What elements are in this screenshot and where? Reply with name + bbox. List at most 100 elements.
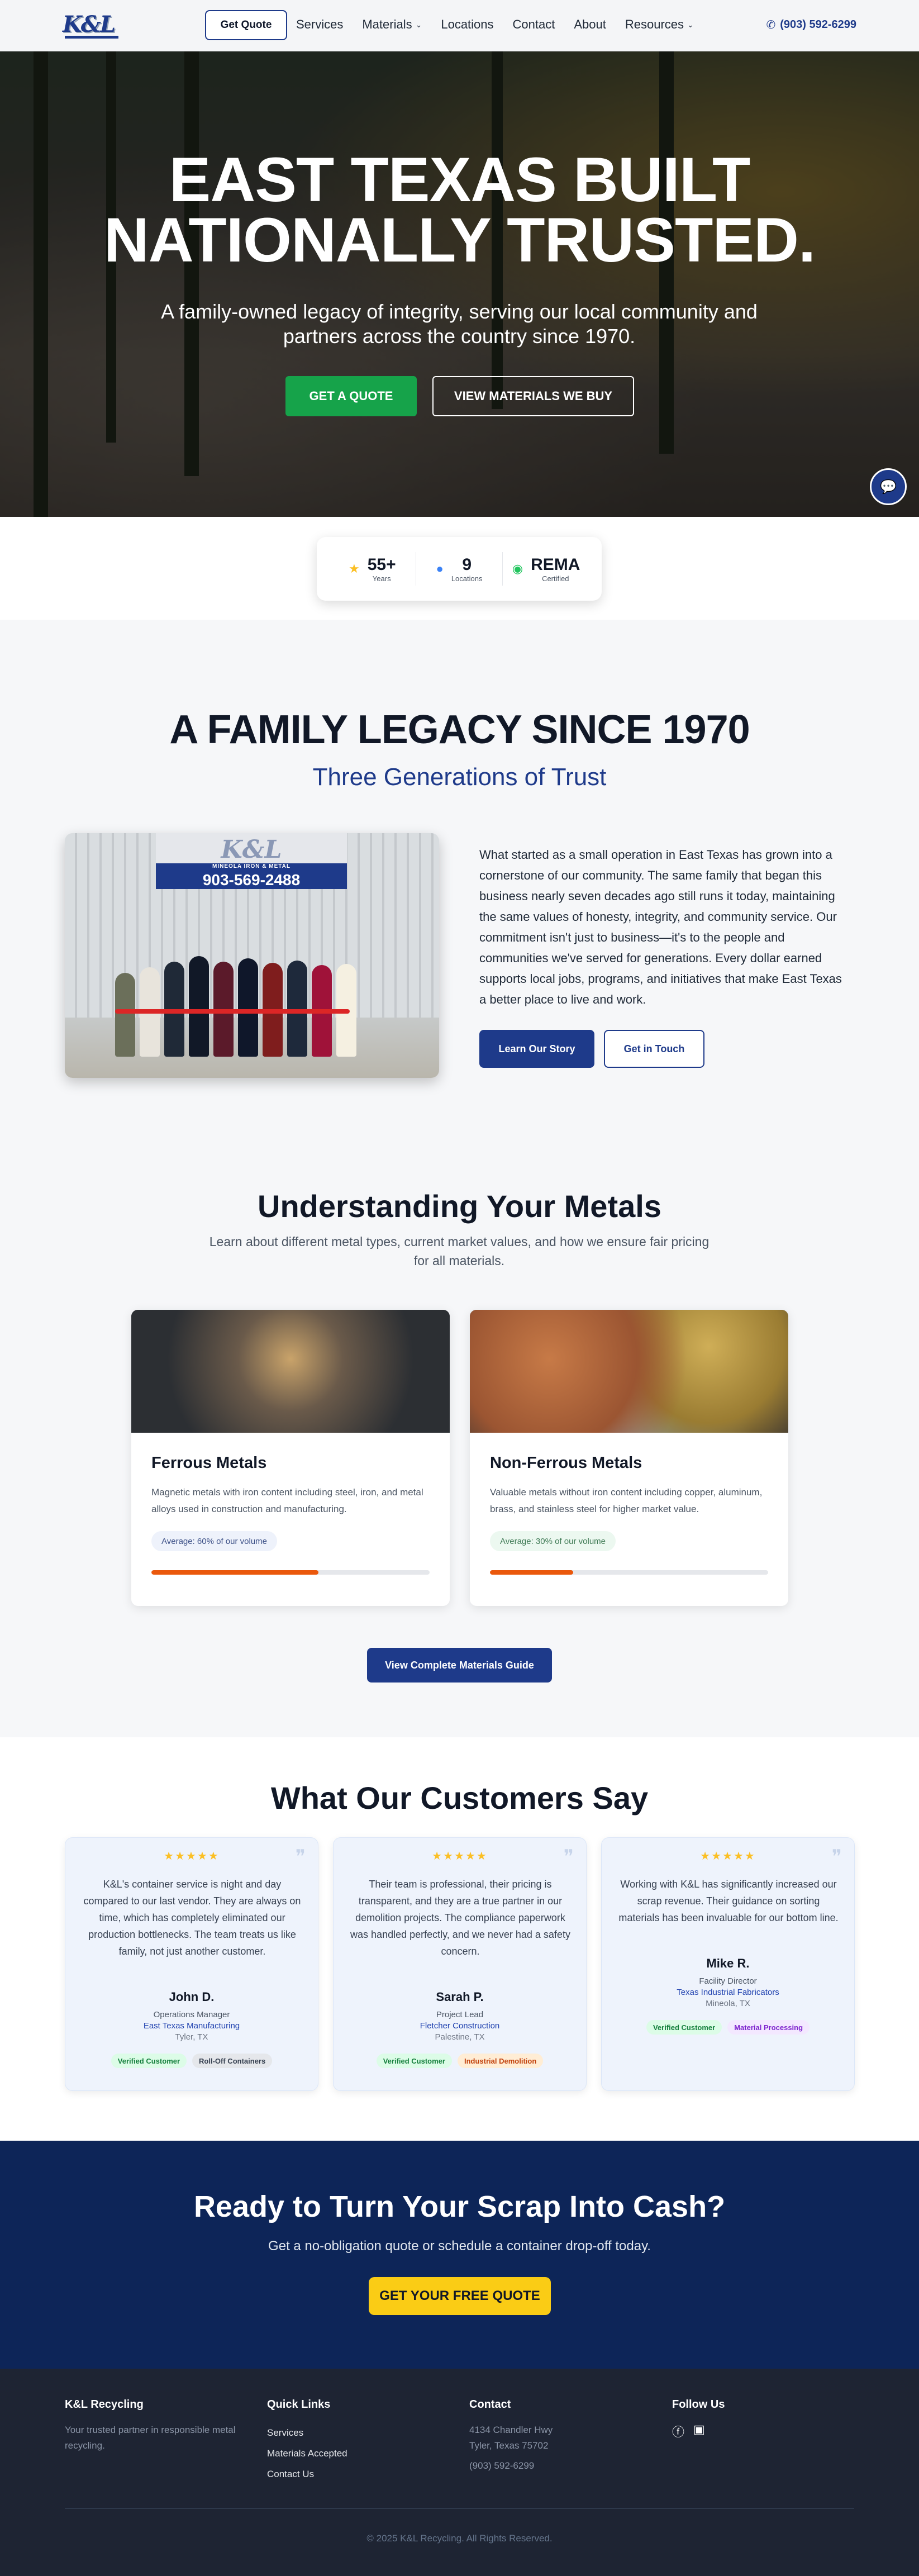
footer-link-materials[interactable]: Materials Accepted <box>267 2443 347 2464</box>
testimonial-name: Mike R. <box>706 1956 750 1970</box>
footer-copyright: © 2025 K&L Recycling. All Rights Reserve… <box>366 2533 553 2544</box>
verified-customer-badge: Verified Customer <box>646 2020 722 2035</box>
footer-address-line-1: 4134 Chandler Hwy <box>469 2425 553 2435</box>
nav-link-materials[interactable]: Materials ⌄ <box>362 17 422 32</box>
footer-phone[interactable]: (903) 592-6299 <box>469 2458 553 2474</box>
footer-quick-links-title: Quick Links <box>267 2398 331 2411</box>
nav-link-services[interactable]: Services <box>296 17 343 32</box>
testimonial-quote: Working with K&L has significantly incre… <box>618 1879 839 1923</box>
copper-brass-aluminum-image <box>470 1310 788 1433</box>
stat-label: Years <box>372 574 391 583</box>
stat-years: ★ 55+ Years <box>329 552 416 586</box>
service-badge: Material Processing <box>727 2020 810 2035</box>
metal-card-description: Valuable metals without iron content inc… <box>490 1487 763 1514</box>
hero-title-line-2: NATIONALLY TRUSTED. <box>103 205 816 275</box>
testimonial-name: Sarah P. <box>436 1990 484 2004</box>
materials-guide-button[interactable]: View Complete Materials Guide <box>367 1648 552 1683</box>
photo-person <box>287 961 307 1057</box>
phone-icon: ✆ <box>766 19 776 31</box>
metal-volume-badge: Average: 30% of our volume <box>490 1531 616 1551</box>
footer-divider <box>65 2508 854 2509</box>
stat-certified: ◉ REMA Certified <box>502 552 589 586</box>
get-in-touch-button[interactable]: Get in Touch <box>604 1030 704 1068</box>
quote-icon: ❞ <box>295 1846 306 1868</box>
footer-social-column: Follow Us ⓕ ▣ <box>672 2398 725 2440</box>
footer-contact-column: Contact 4134 Chandler Hwy Tyler, Texas 7… <box>469 2398 553 2474</box>
kl-logo[interactable]: K&L <box>63 11 121 39</box>
photo-sign-name: MINEOLA IRON & METAL <box>156 863 347 871</box>
learn-our-story-button[interactable]: Learn Our Story <box>479 1030 594 1068</box>
stats-card: ★ 55+ Years ● 9 Locations ◉ REMA Certified <box>317 537 602 601</box>
metal-card-title: Non-Ferrous Metals <box>490 1454 642 1472</box>
chat-button[interactable]: 💬 <box>870 468 907 505</box>
scrap-yard-crane-image <box>131 1310 450 1433</box>
verified-customer-badge: Verified Customer <box>111 2054 187 2068</box>
cta-section: Ready to Turn Your Scrap Into Cash? Get … <box>0 2141 919 2369</box>
ferrous-metals-card[interactable]: Ferrous Metals Magnetic metals with iron… <box>131 1310 450 1606</box>
legacy-body-text: What started as a small operation in Eas… <box>479 848 842 1006</box>
footer-brand-title: K&L Recycling <box>65 2398 144 2411</box>
nav-link-resources[interactable]: Resources ⌄ <box>625 17 694 32</box>
hero-content: EAST TEXAS BUILT NATIONALLY TRUSTED. A f… <box>0 51 919 517</box>
cta-title: Ready to Turn Your Scrap Into Cash? <box>193 2190 726 2223</box>
hero-title: EAST TEXAS BUILT NATIONALLY TRUSTED. <box>0 149 919 272</box>
nav-link-about[interactable]: About <box>574 17 606 32</box>
testimonial-role: Project Lead <box>436 2010 484 2019</box>
hero-view-materials-button[interactable]: VIEW MATERIALS WE BUY <box>432 376 634 416</box>
nav-link-contact[interactable]: Contact <box>513 17 555 32</box>
footer-brand-text: Your trusted partner in responsible meta… <box>65 2425 236 2451</box>
testimonial-badges: Verified Customer Roll-Off Containers <box>65 2054 318 2068</box>
hero-title-line-1: EAST TEXAS BUILT <box>169 145 751 215</box>
chevron-down-icon: ⌄ <box>687 20 694 29</box>
facebook-icon[interactable]: ⓕ <box>672 2422 684 2440</box>
testimonial-badges: Verified Customer Industrial Demolition <box>334 2054 586 2068</box>
footer-link-services[interactable]: Services <box>267 2422 347 2443</box>
get-free-quote-button[interactable]: GET YOUR FREE QUOTE <box>369 2277 551 2315</box>
testimonial-quote: Their team is professional, their pricin… <box>350 1879 570 1957</box>
footer-follow-title: Follow Us <box>672 2398 725 2411</box>
nav-links: Services Materials ⌄ Locations Contact Ab… <box>296 17 713 32</box>
linkedin-icon[interactable]: ▣ <box>693 2422 705 2440</box>
photo-person <box>115 973 135 1057</box>
footer-link-contact[interactable]: Contact Us <box>267 2464 347 2484</box>
stat-label: Certified <box>542 574 569 583</box>
testimonial-location: Palestine, TX <box>435 2032 485 2042</box>
footer-contact-title: Contact <box>469 2398 511 2411</box>
photo-red-ribbon <box>115 1009 350 1014</box>
stat-value: 55+ <box>367 555 396 574</box>
photo-sign-phone: 903-569-2488 <box>156 871 347 889</box>
legacy-title: A FAMILY LEGACY SINCE 1970 <box>169 707 750 752</box>
nav-link-locations[interactable]: Locations <box>441 17 493 32</box>
hero-section: EAST TEXAS BUILT NATIONALLY TRUSTED. A f… <box>0 51 919 517</box>
five-star-rating-icon: ★★★★★ <box>164 1850 220 1862</box>
nav-get-quote-button[interactable]: Get Quote <box>205 10 287 40</box>
legacy-subtitle: Three Generations of Trust <box>312 763 607 791</box>
footer-address-line-2: Tyler, Texas 75702 <box>469 2440 549 2451</box>
stat-value: REMA <box>531 555 580 574</box>
metals-title: Understanding Your Metals <box>258 1189 661 1224</box>
stat-locations: ● 9 Locations <box>415 552 503 586</box>
metal-card-description: Magnetic metals with iron content includ… <box>151 1487 423 1514</box>
footer: K&L Recycling Your trusted partner in re… <box>0 2369 919 2576</box>
photo-sign-logo: K&L <box>156 833 347 866</box>
non-ferrous-metals-card[interactable]: Non-Ferrous Metals Valuable metals witho… <box>470 1310 788 1606</box>
photo-person <box>238 958 258 1057</box>
photo-person <box>189 956 209 1057</box>
metal-volume-bar <box>490 1570 768 1575</box>
metal-volume-bar-fill <box>490 1570 574 1575</box>
footer-quick-links-column: Quick Links Services Materials Accepted … <box>267 2398 347 2484</box>
testimonial-badges: Verified Customer Material Processing <box>602 2020 854 2035</box>
family-ribbon-cutting-photo: K&L MINEOLA IRON & METAL 903-569-2488 <box>65 833 439 1078</box>
hero-get-quote-button[interactable]: GET A QUOTE <box>285 376 417 416</box>
testimonial-card: ★★★★★ ❞ Their team is professional, thei… <box>333 1837 587 2091</box>
testimonial-company: Fletcher Construction <box>420 2021 500 2031</box>
nav-phone-number: (903) 592-6299 <box>780 18 856 31</box>
five-star-rating-icon: ★★★★★ <box>432 1850 488 1862</box>
hero-subtitle: A family-owned legacy of integrity, serv… <box>161 300 758 348</box>
logo-underline <box>65 36 118 39</box>
top-navigation: K&L Get Quote Services Materials ⌄ Locati… <box>0 0 919 51</box>
testimonial-quote: K&L's container service is night and day… <box>83 1879 301 1957</box>
metal-volume-bar <box>151 1570 430 1575</box>
nav-phone-link[interactable]: ✆ (903) 592-6299 <box>766 18 856 32</box>
testimonials-title: What Our Customers Say <box>270 1780 649 1815</box>
